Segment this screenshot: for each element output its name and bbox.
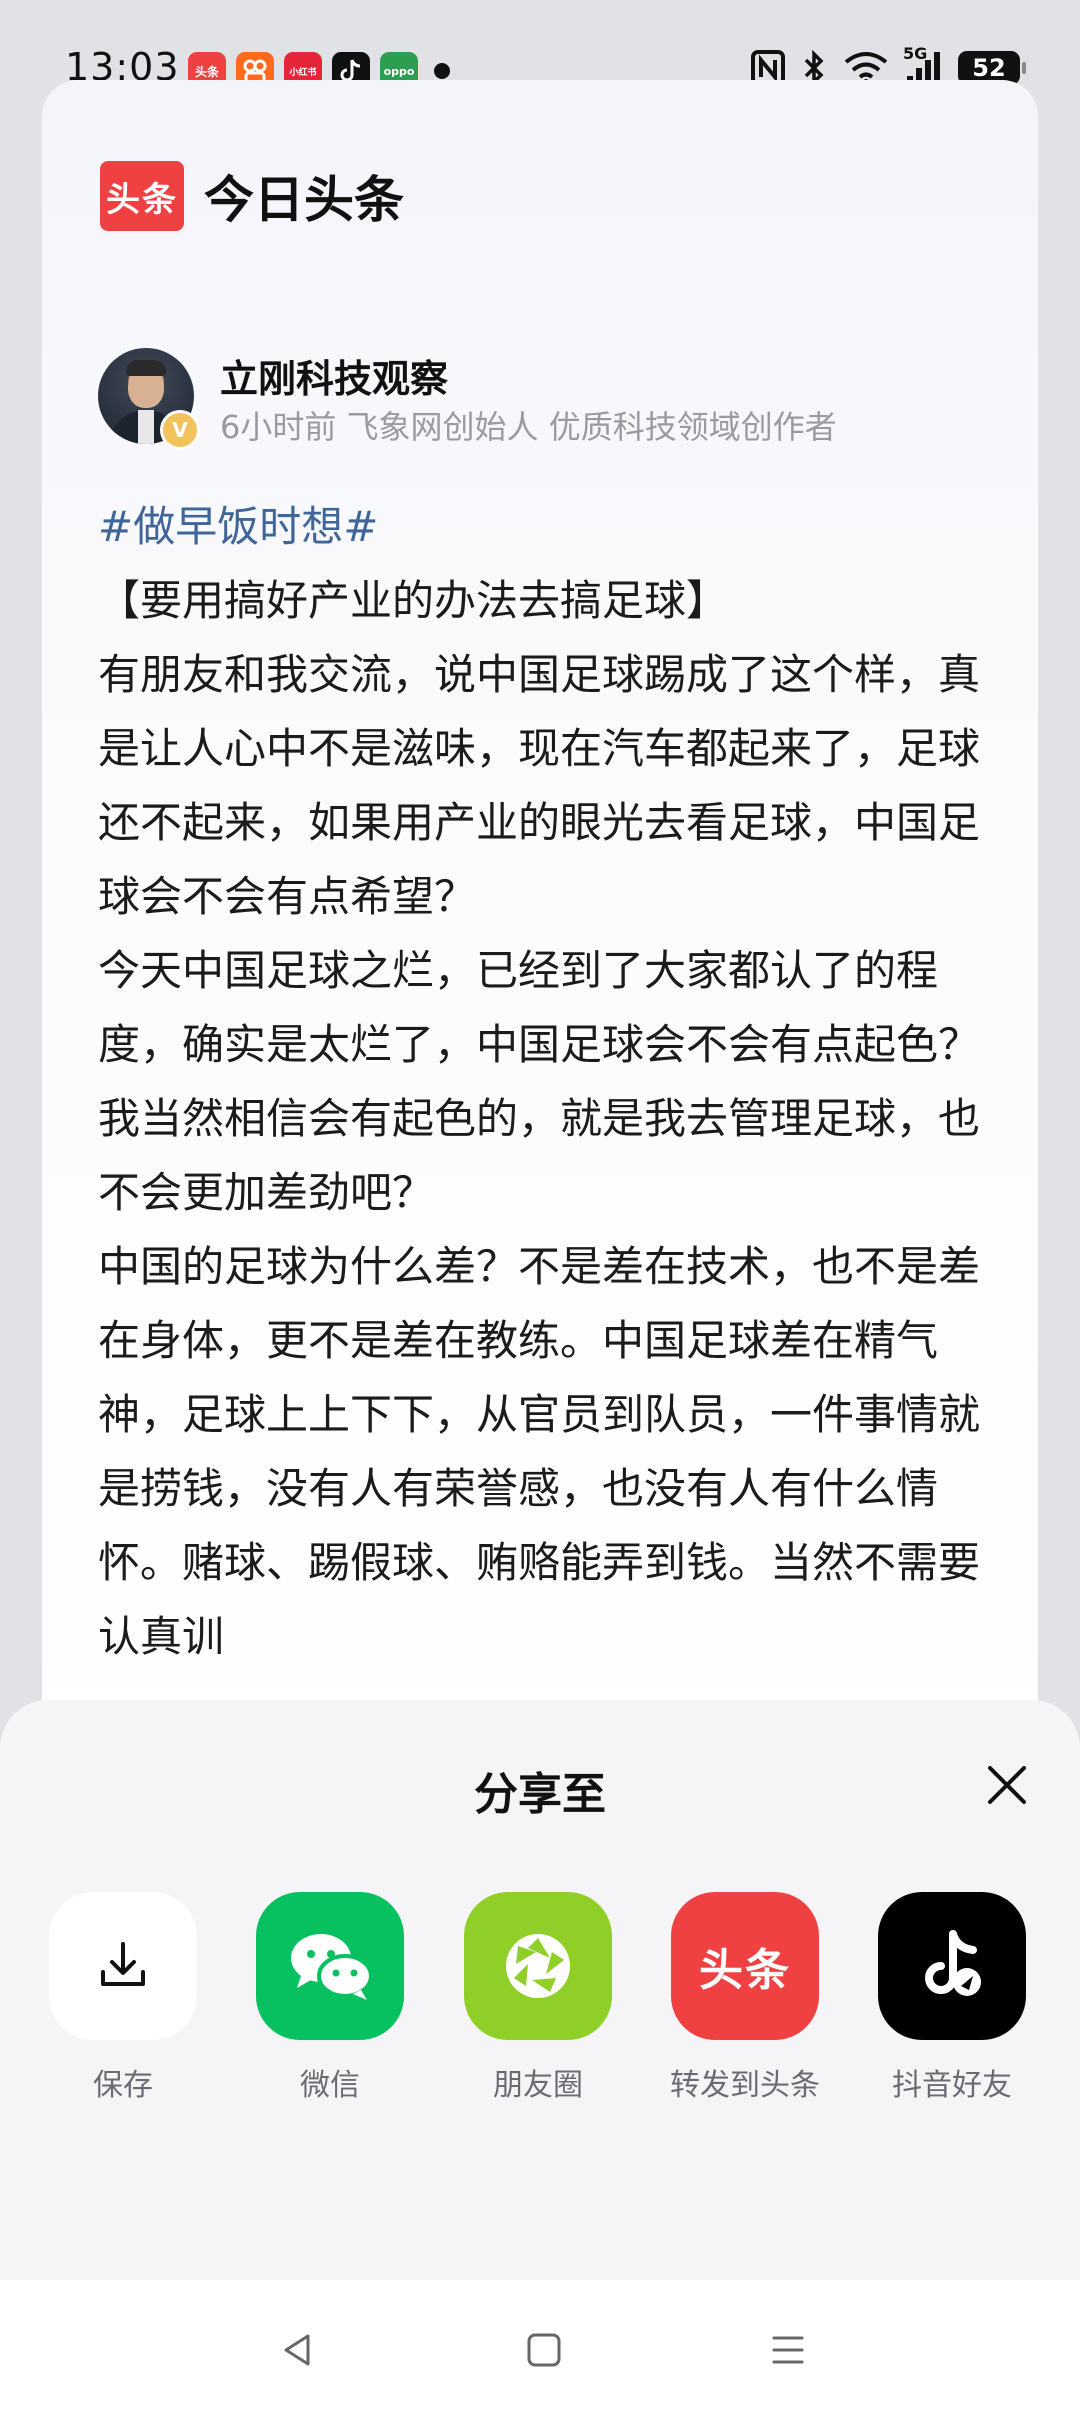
article-paragraph: 有朋友和我交流，说中国足球踢成了这个样，真是让人心中不是滋味，现在汽车都起来了，… <box>98 650 981 921</box>
toutiao-icon-text: 头条 <box>699 1945 791 1996</box>
share-label: 保存 <box>93 2068 153 2103</box>
share-wechat-button[interactable]: 微信 <box>250 1892 410 2104</box>
share-douyin-button[interactable]: 抖音好友 <box>872 1892 1032 2104</box>
brand-name: 今日头条 <box>204 171 404 229</box>
share-sheet-title: 分享至 <box>474 1769 606 1820</box>
author-info: V 立刚科技观察 6小时前 飞象网创始人 优质科技领域创作者 <box>98 348 998 458</box>
moments-icon <box>464 1892 612 2040</box>
navigation-bar <box>0 2280 1080 2412</box>
share-label: 转发到头条 <box>670 2068 820 2103</box>
home-icon <box>527 2333 561 2367</box>
verified-badge-icon: V <box>160 410 200 450</box>
share-label: 朋友圈 <box>493 2068 583 2103</box>
network-type: 5G <box>903 44 928 63</box>
share-sheet: 分享至 保存 微信 朋友圈 头条 转发到头条 抖音好友 <box>0 1700 1080 2280</box>
share-label: 微信 <box>300 2068 360 2103</box>
home-button[interactable] <box>514 2320 574 2380</box>
more-notifications-dot <box>434 63 450 79</box>
author-meta: 6小时前 飞象网创始人 优质科技领域创作者 <box>220 408 837 446</box>
share-preview-card: 头条 今日头条 V 立刚科技观察 6小时前 飞象网创始人 优质科技领域创作者 #… <box>42 80 1038 1780</box>
close-icon <box>988 1766 1026 1804</box>
recents-button[interactable] <box>758 2320 818 2380</box>
back-icon <box>284 2334 310 2366</box>
share-save-button[interactable]: 保存 <box>43 1892 203 2104</box>
share-toutiao-button[interactable]: 头条 转发到头条 <box>665 1892 825 2104</box>
author-name: 立刚科技观察 <box>220 357 449 401</box>
article-title: 【要用搞好产业的办法去搞足球】 <box>98 576 729 625</box>
toutiao-logo: 头条 <box>100 161 184 231</box>
recents-icon <box>772 2336 804 2364</box>
share-label: 抖音好友 <box>892 2068 1012 2103</box>
wechat-icon <box>256 1892 404 2040</box>
download-icon <box>49 1892 197 2040</box>
article-paragraph: 中国的足球为什么差？不是差在技术，也不是差在身体，更不是差在教练。中国足球差在精… <box>98 1242 981 1661</box>
toutiao-icon: 头条 <box>671 1892 819 2040</box>
hashtag-link: #做早饭时想# <box>98 502 379 551</box>
back-button[interactable] <box>268 2320 328 2380</box>
article-heading: #做早饭时想# 【要用搞好产业的办法去搞足球】 <box>98 490 1008 638</box>
share-options: 保存 微信 朋友圈 头条 转发到头条 抖音好友 <box>0 1892 1080 2132</box>
close-button[interactable] <box>982 1760 1032 1810</box>
article-body: #做早饭时想# 【要用搞好产业的办法去搞足球】 有朋友和我交流，说中国足球踢成了… <box>98 490 1008 1674</box>
brand-header: 头条 今日头条 <box>100 160 404 232</box>
share-moments-button[interactable]: 朋友圈 <box>458 1892 618 2104</box>
article-paragraph: 今天中国足球之烂，已经到了大家都认了的程度，确实是太烂了，中国足球会不会有点起色… <box>98 946 981 1217</box>
douyin-icon <box>878 1892 1026 2040</box>
